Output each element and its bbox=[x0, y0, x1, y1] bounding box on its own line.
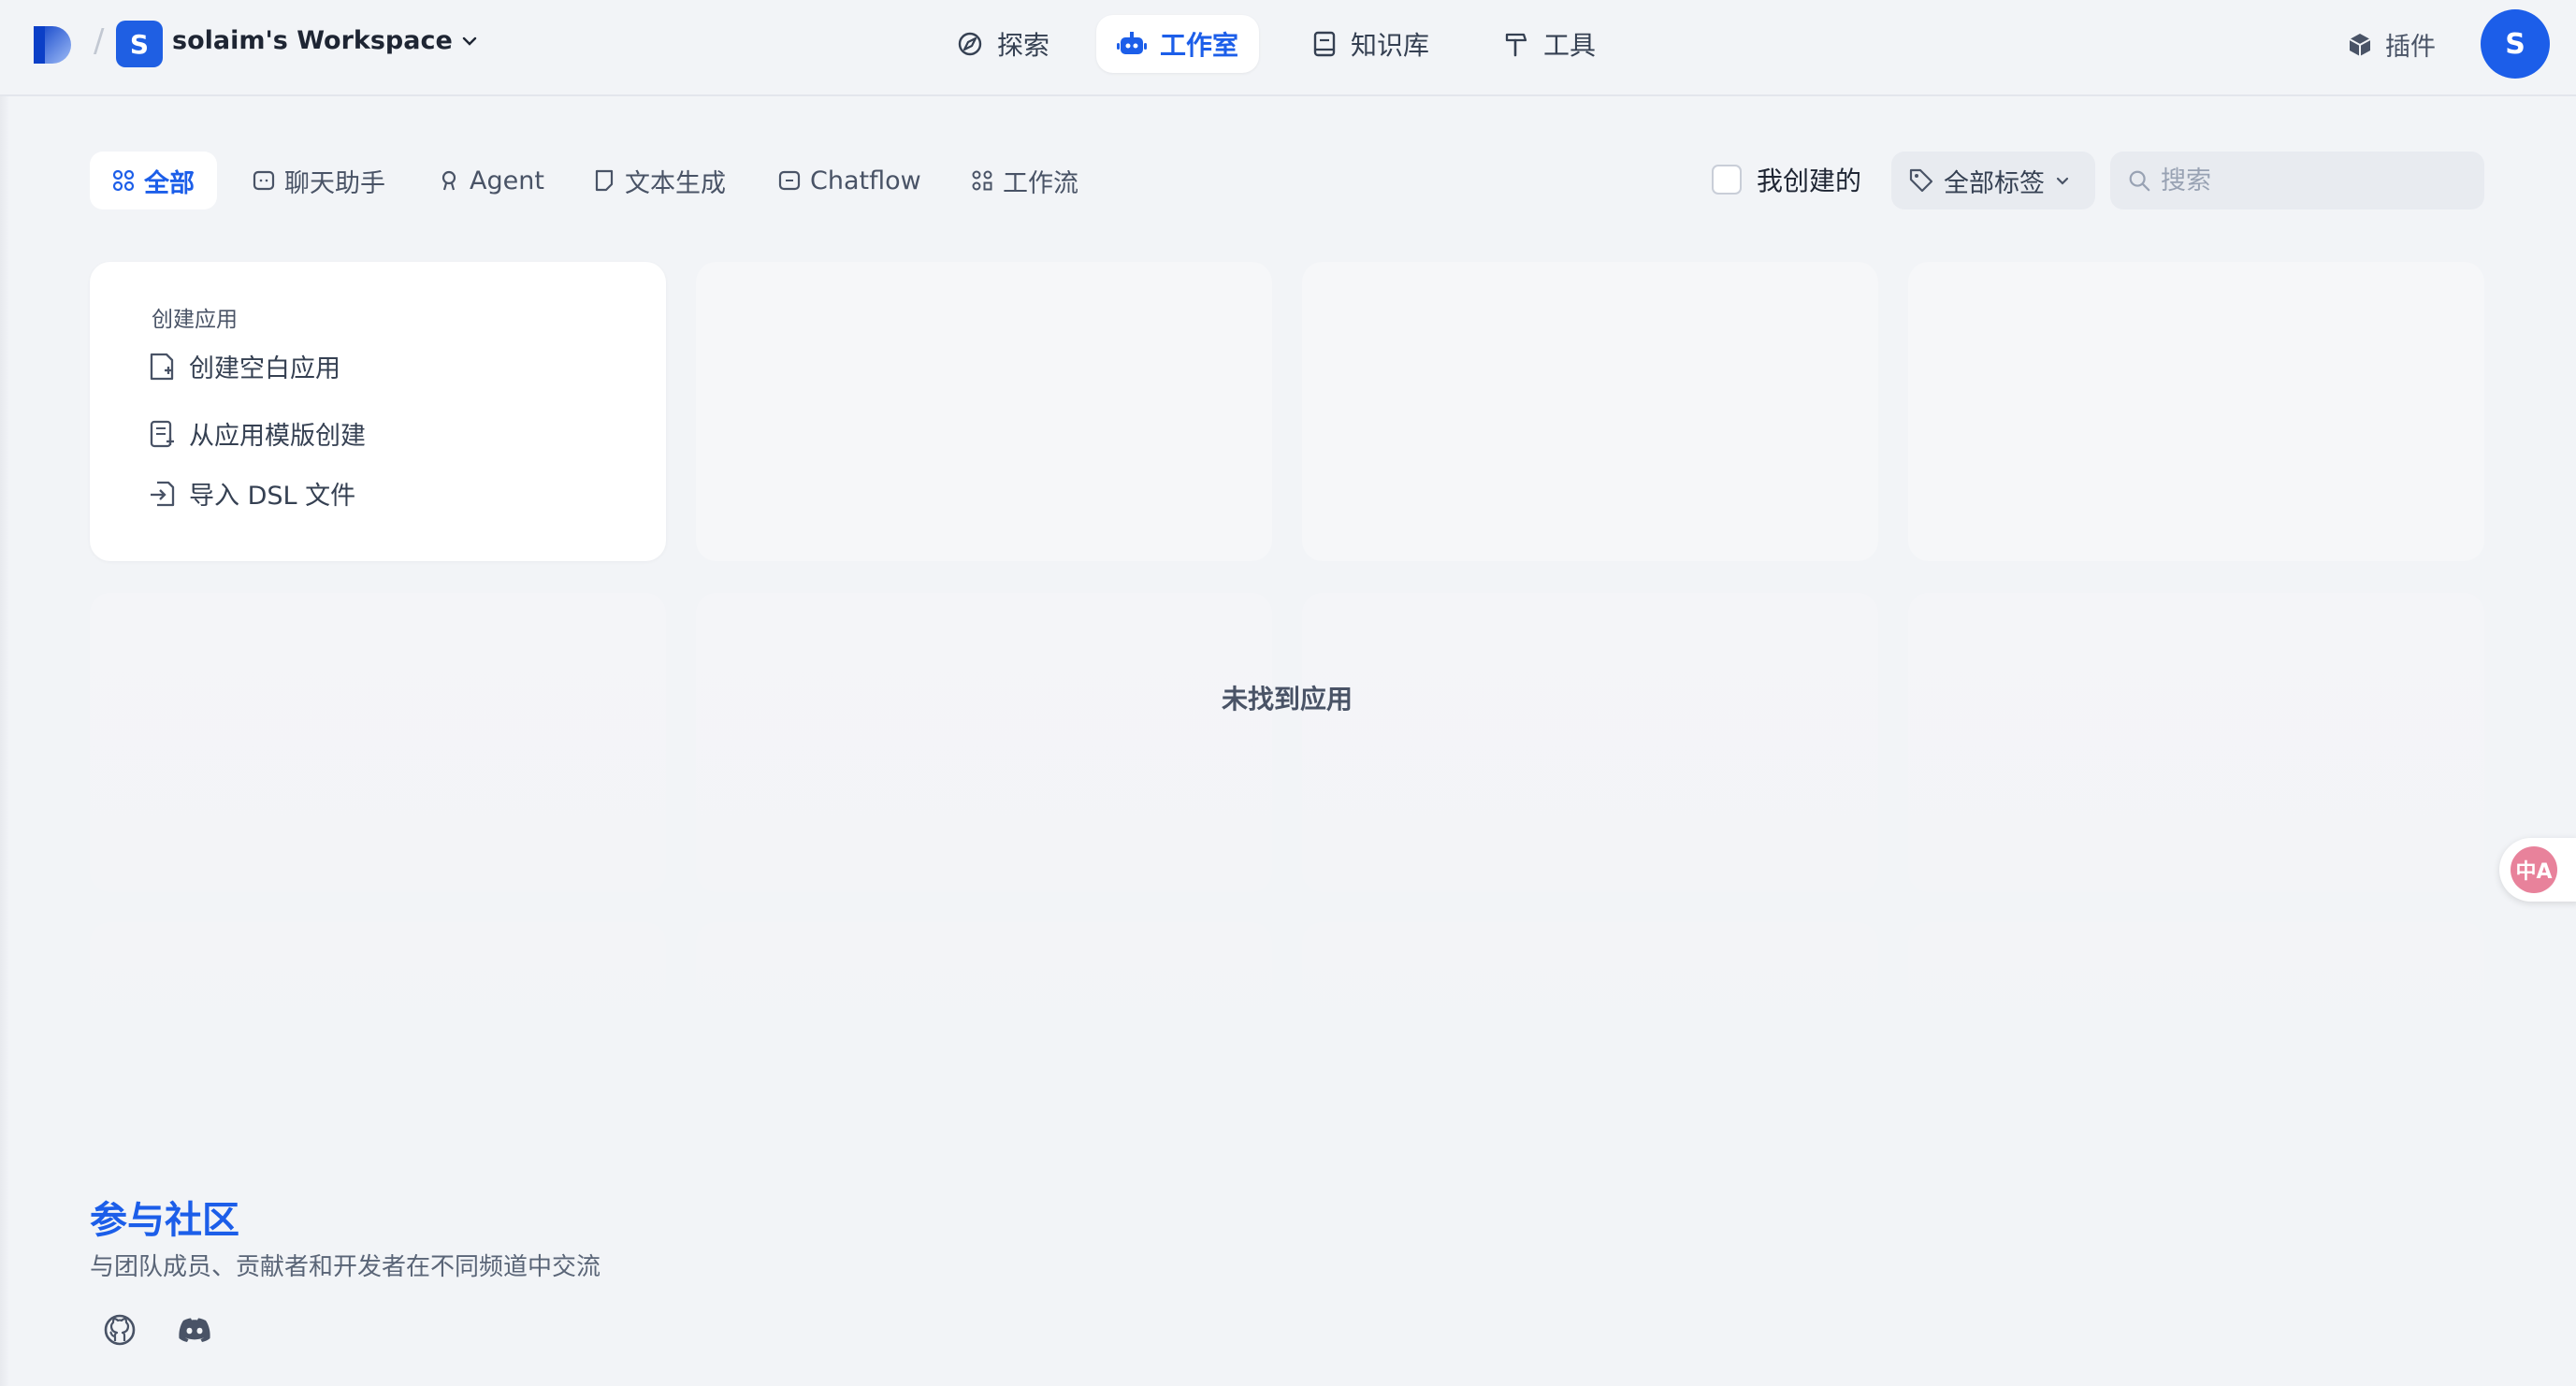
tab-chat-assistant[interactable]: 聊天助手 bbox=[230, 152, 408, 209]
tab-chat-assistant-label: 聊天助手 bbox=[284, 168, 385, 198]
chat-icon bbox=[253, 170, 275, 191]
workspace-avatar[interactable]: S bbox=[116, 21, 163, 67]
placeholder-card bbox=[696, 922, 1272, 1100]
placeholder-card bbox=[90, 922, 666, 1100]
placeholder-card bbox=[696, 593, 1272, 892]
tab-all[interactable]: 全部 bbox=[90, 152, 217, 209]
placeholder-card bbox=[1302, 593, 1878, 892]
placeholder-card bbox=[1302, 262, 1878, 561]
tab-text-generation-label: 文本生成 bbox=[625, 168, 726, 198]
plugin-label: 插件 bbox=[2385, 33, 2436, 62]
chevron-down-icon bbox=[2056, 177, 2069, 185]
tab-chatflow-label: Chatflow bbox=[810, 166, 921, 195]
community-subtitle: 与团队成员、贡献者和开发者在不同频道中交流 bbox=[90, 1253, 601, 1281]
placeholder-card bbox=[1908, 922, 2484, 1100]
search-box[interactable] bbox=[2110, 152, 2484, 209]
tab-all-label: 全部 bbox=[144, 168, 195, 198]
community-title: 参与社区 bbox=[90, 1199, 239, 1242]
new-file-icon bbox=[150, 353, 174, 380]
tab-text-generation[interactable]: 文本生成 bbox=[571, 152, 748, 209]
empty-state-message: 未找到应用 bbox=[1222, 684, 1353, 715]
search-icon bbox=[2129, 170, 2150, 192]
plugin-button[interactable]: 插件 bbox=[2346, 26, 2436, 63]
tab-agent[interactable]: Agent bbox=[415, 152, 567, 209]
nav-knowledge[interactable]: 知识库 bbox=[1291, 15, 1450, 73]
placeholder-card bbox=[1908, 262, 2484, 561]
nav-tools[interactable]: 工具 bbox=[1482, 15, 1616, 73]
robot-icon bbox=[1117, 32, 1147, 54]
grid-icon bbox=[112, 169, 135, 192]
agent-icon bbox=[441, 170, 456, 191]
tab-workflow-label: 工作流 bbox=[1003, 168, 1078, 198]
create-blank-app-button[interactable]: 创建空白应用 bbox=[148, 348, 340, 384]
create-from-template-button[interactable]: 从应用模版创建 bbox=[148, 415, 366, 452]
search-input[interactable] bbox=[2159, 165, 2467, 196]
tab-workflow[interactable]: 工作流 bbox=[948, 152, 1101, 209]
nav-tools-label: 工具 bbox=[1543, 30, 1597, 61]
page-edge-shade bbox=[0, 96, 9, 1386]
nav-studio[interactable]: 工作室 bbox=[1096, 15, 1260, 73]
workspace-switcher[interactable]: solaim's Workspace bbox=[172, 26, 479, 55]
cube-icon bbox=[2349, 33, 2371, 56]
nav-studio-label: 工作室 bbox=[1160, 30, 1239, 61]
github-link[interactable] bbox=[99, 1309, 140, 1350]
placeholder-card bbox=[1908, 593, 2484, 892]
nav-explore-label: 探索 bbox=[997, 30, 1050, 61]
create-app-card: 创建应用 创建空白应用 从应用模版创建 导入 DSL 文件 bbox=[90, 262, 666, 561]
nav-explore[interactable]: 探索 bbox=[935, 15, 1070, 73]
compass-icon bbox=[958, 32, 982, 56]
placeholder-card bbox=[90, 593, 666, 892]
create-app-title: 创建应用 bbox=[152, 308, 238, 332]
nav-knowledge-label: 知识库 bbox=[1351, 30, 1430, 61]
chatflow-icon bbox=[778, 170, 801, 191]
placeholder-card bbox=[1302, 922, 1878, 1100]
chevron-down-icon bbox=[462, 36, 476, 46]
import-dsl-label: 导入 DSL 文件 bbox=[189, 482, 356, 511]
top-navigation-bar: / S solaim's Workspace 探索 工作室 知识库 工具 插件 … bbox=[0, 0, 2576, 96]
workspace-name: solaim's Workspace bbox=[172, 26, 453, 55]
import-icon bbox=[151, 481, 175, 506]
tags-dropdown[interactable]: 全部标签 bbox=[1891, 152, 2095, 209]
tags-dropdown-label: 全部标签 bbox=[1944, 168, 2045, 198]
placeholder-card bbox=[696, 262, 1272, 561]
breadcrumb-separator: / bbox=[94, 22, 105, 60]
my-created-label: 我创建的 bbox=[1757, 166, 1862, 196]
template-icon bbox=[150, 420, 174, 447]
translate-widget-button[interactable]: 中A bbox=[2499, 838, 2576, 902]
hammer-icon bbox=[1505, 33, 1527, 57]
my-created-checkbox[interactable] bbox=[1712, 165, 1742, 195]
my-created-filter[interactable]: 我创建的 bbox=[1712, 161, 1861, 198]
workflow-icon bbox=[972, 170, 992, 191]
create-blank-app-label: 创建空白应用 bbox=[189, 354, 340, 383]
discord-icon bbox=[179, 1318, 210, 1342]
tab-agent-label: Agent bbox=[470, 166, 544, 195]
github-icon bbox=[104, 1314, 136, 1346]
tab-chatflow[interactable]: Chatflow bbox=[756, 152, 944, 209]
tag-icon bbox=[1909, 168, 1933, 193]
translate-icon: 中A bbox=[2511, 846, 2557, 893]
import-dsl-button[interactable]: 导入 DSL 文件 bbox=[148, 475, 355, 512]
app-logo-icon[interactable] bbox=[32, 24, 73, 65]
document-icon bbox=[595, 169, 614, 192]
create-from-template-label: 从应用模版创建 bbox=[189, 422, 366, 451]
user-avatar[interactable]: S bbox=[2481, 9, 2550, 79]
discord-link[interactable] bbox=[174, 1309, 215, 1350]
book-icon bbox=[1313, 31, 1336, 57]
